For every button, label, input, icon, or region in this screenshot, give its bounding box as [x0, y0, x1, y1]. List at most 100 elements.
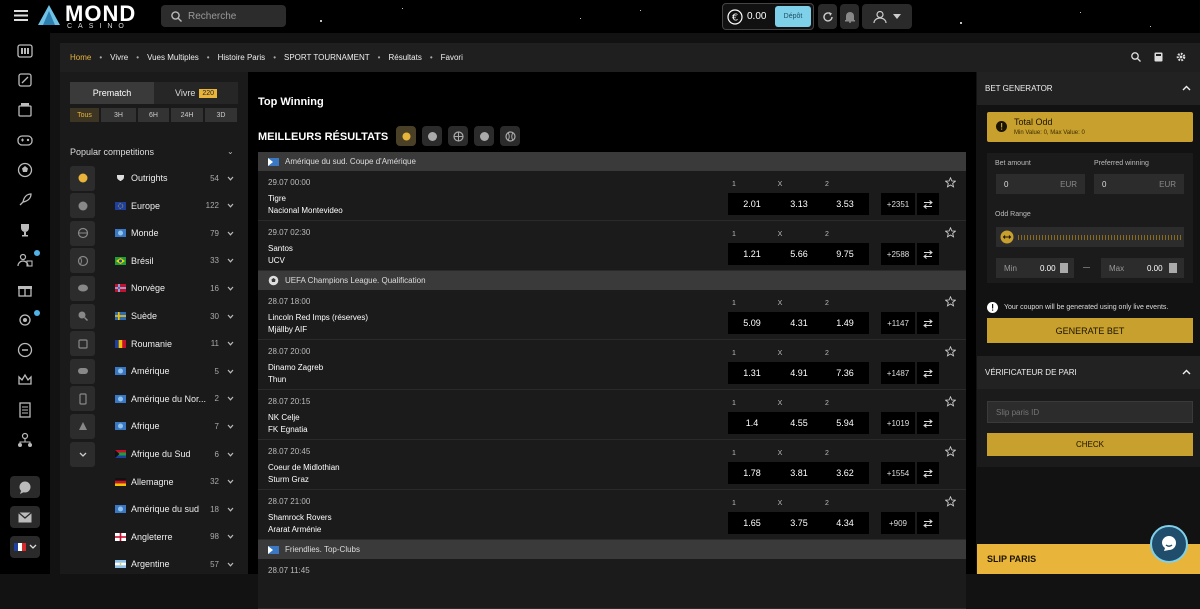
- chevron-down-icon[interactable]: [227, 231, 234, 236]
- match-row[interactable]: 29.07 02:30 Santos UCV 1 1.21 X 5.66 2 9.75 +2588: [258, 221, 966, 271]
- sport-icon[interactable]: [70, 331, 95, 357]
- network-icon[interactable]: [15, 430, 35, 450]
- team-home[interactable]: NK Celje: [268, 413, 300, 422]
- sport-filter-all[interactable]: [396, 126, 416, 146]
- tab-live[interactable]: Vivre 220: [154, 82, 238, 104]
- odd-button[interactable]: 3.53: [821, 193, 869, 215]
- odd-button[interactable]: 3.13: [775, 193, 823, 215]
- document-icon[interactable]: [15, 400, 35, 420]
- team-away[interactable]: Thun: [268, 375, 286, 384]
- match-row[interactable]: 28.07 20:45 Coeur de Midlothian Sturm Graz…: [258, 440, 966, 490]
- competition-item[interactable]: Amérique 5: [70, 358, 238, 384]
- sport-filter-tennis[interactable]: [500, 126, 520, 146]
- chevron-down-icon[interactable]: [227, 396, 234, 401]
- breadcrumb-results[interactable]: Résultats: [388, 53, 421, 62]
- odd-button[interactable]: 9.75: [821, 243, 869, 265]
- competition-item[interactable]: Roumanie 11: [70, 331, 238, 357]
- tournament-icon[interactable]: [15, 310, 35, 330]
- tab-prematch[interactable]: Prematch: [70, 82, 154, 104]
- breadcrumb-multiview[interactable]: Vues Multiples: [147, 53, 199, 62]
- chevron-down-icon[interactable]: [227, 314, 234, 319]
- odd-button[interactable]: 4.31: [775, 312, 823, 334]
- odd-button[interactable]: 5.94: [821, 412, 869, 434]
- match-row[interactable]: 28.07 20:15 NK Celje FK Egnatia 1 1.4 X 4.55 2 5…: [258, 390, 966, 440]
- odd-button[interactable]: 3.62: [821, 462, 869, 484]
- team-away[interactable]: Nacional Montevideo: [268, 206, 343, 215]
- favorite-star-icon[interactable]: [945, 396, 956, 407]
- sport-icon[interactable]: [70, 303, 95, 329]
- odd-button[interactable]: 1.21: [728, 243, 776, 265]
- team-away[interactable]: Sturm Graz: [268, 475, 309, 484]
- logo[interactable]: MOND CASINO: [36, 3, 136, 30]
- compare-button[interactable]: [917, 512, 939, 534]
- bet-generator-header[interactable]: BET GENERATOR: [977, 72, 1200, 105]
- generate-bet-button[interactable]: GENERATE BET: [987, 318, 1193, 343]
- user-menu-button[interactable]: [862, 4, 912, 29]
- competition-item[interactable]: Angleterre 98: [70, 524, 238, 550]
- match-row[interactable]: 29.07 00:00 Tigre Nacional Montevideo 1 2.01…: [258, 171, 966, 221]
- search-icon[interactable]: [1131, 52, 1141, 62]
- refresh-button[interactable]: [818, 4, 837, 29]
- odd-button[interactable]: 1.4: [728, 412, 776, 434]
- match-row[interactable]: 28.07 20:00 Dinamo Zagreb Thun 1 1.31 X 4.91 2 7…: [258, 340, 966, 390]
- more-markets-button[interactable]: +2588: [881, 243, 915, 265]
- odd-button[interactable]: 3.75: [775, 512, 823, 534]
- search-input[interactable]: Recherche: [161, 5, 286, 27]
- chevron-down-icon[interactable]: [227, 286, 234, 291]
- more-markets-button[interactable]: +2351: [881, 193, 915, 215]
- chevron-down-icon[interactable]: [227, 534, 234, 539]
- live-chat-button[interactable]: [1150, 525, 1188, 563]
- sport-icon[interactable]: [70, 165, 95, 191]
- sport-icon[interactable]: [70, 248, 95, 274]
- favorite-star-icon[interactable]: [945, 496, 956, 507]
- notifications-button[interactable]: [840, 4, 859, 29]
- competition-item[interactable]: Afrique du Sud 6: [70, 441, 238, 467]
- sport-icon[interactable]: [70, 386, 95, 412]
- team-home[interactable]: Tigre: [268, 194, 286, 203]
- chevron-down-icon[interactable]: [227, 562, 234, 567]
- competition-item[interactable]: Outrights 54: [70, 165, 238, 191]
- odd-button[interactable]: 1.65: [728, 512, 776, 534]
- odd-button[interactable]: 1.78: [728, 462, 776, 484]
- filter-all[interactable]: Tous: [70, 108, 99, 122]
- competition-item[interactable]: Suède 30: [70, 303, 238, 329]
- sport-filter-football[interactable]: [422, 126, 442, 146]
- mail-icon[interactable]: [10, 506, 40, 528]
- sport-icon[interactable]: [70, 358, 95, 384]
- casino-icon[interactable]: [15, 40, 35, 60]
- chevron-down-icon[interactable]: ⌄: [227, 147, 234, 156]
- league-header[interactable]: UEFA Champions League. Qualification: [258, 271, 966, 290]
- team-home[interactable]: Dinamo Zagreb: [268, 363, 323, 372]
- chevron-down-icon[interactable]: [227, 452, 234, 457]
- filter-3d[interactable]: 3D: [205, 108, 237, 122]
- more-markets-button[interactable]: +909: [881, 512, 915, 534]
- chevron-down-icon[interactable]: [227, 424, 234, 429]
- chevron-down-icon[interactable]: [227, 507, 234, 512]
- competition-item[interactable]: Argentine 57: [70, 551, 238, 577]
- breadcrumb-live[interactable]: Vivre: [110, 53, 128, 62]
- odd-min-input[interactable]: Min 0.00: [996, 258, 1074, 278]
- trophy-icon[interactable]: [15, 220, 35, 240]
- breadcrumb-home[interactable]: Home: [70, 53, 91, 62]
- promo-icon[interactable]: [15, 340, 35, 360]
- team-away[interactable]: UCV: [268, 256, 285, 265]
- favorite-star-icon[interactable]: [945, 177, 956, 188]
- bet-checker-header[interactable]: VÉRIFICATEUR DE PARI: [977, 356, 1200, 389]
- sport-icon[interactable]: [70, 193, 95, 219]
- competition-item[interactable]: Europe 122: [70, 193, 238, 219]
- team-home[interactable]: Shamrock Rovers: [268, 513, 332, 522]
- sport-filter-ice-hockey[interactable]: [474, 126, 494, 146]
- deposit-button[interactable]: Dépôt: [775, 6, 811, 27]
- odd-button[interactable]: 3.81: [775, 462, 823, 484]
- breadcrumb-tournament[interactable]: SPORT TOURNAMENT: [284, 53, 370, 62]
- odd-button[interactable]: 5.66: [775, 243, 823, 265]
- odd-button[interactable]: 7.36: [821, 362, 869, 384]
- team-home[interactable]: Santos: [268, 244, 293, 253]
- league-header[interactable]: Friendlies. Top-Clubs: [258, 540, 966, 559]
- calculator-icon[interactable]: [1154, 52, 1163, 62]
- favorite-star-icon[interactable]: [945, 446, 956, 457]
- filter-3h[interactable]: 3H: [101, 108, 136, 122]
- team-away[interactable]: Ararat Arménie: [268, 525, 321, 534]
- odd-button[interactable]: 4.91: [775, 362, 823, 384]
- team-home[interactable]: Coeur de Midlothian: [268, 463, 340, 472]
